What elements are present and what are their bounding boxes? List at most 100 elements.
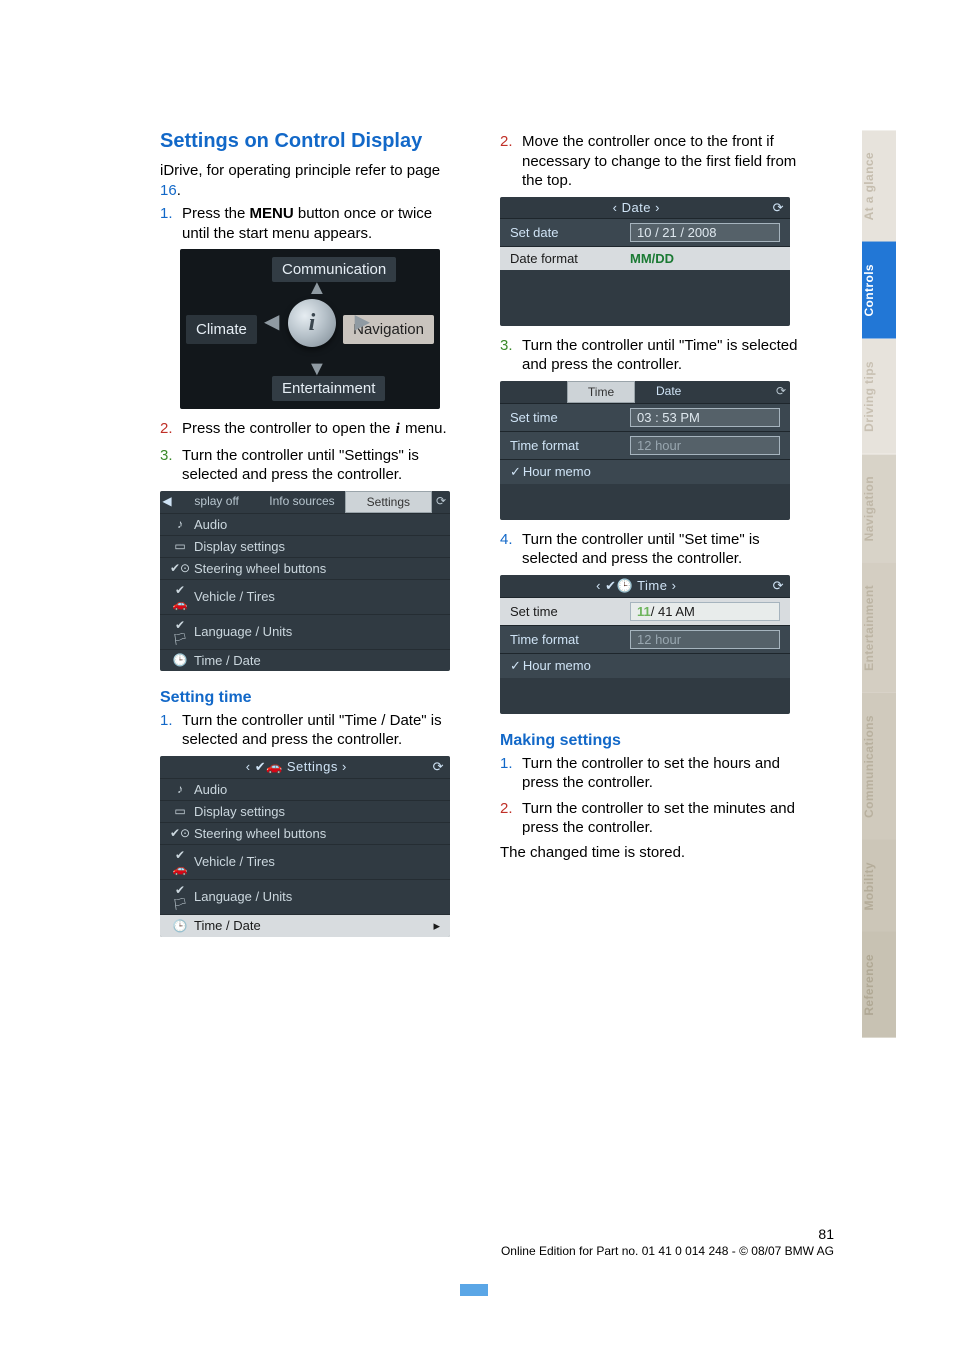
clock-icon: 🕒 [170, 919, 190, 933]
step-num: 2. [160, 419, 182, 440]
steering-icon: ✔⊙ [170, 826, 190, 840]
arrow-left-icon: ◀ [264, 309, 279, 334]
screenshot-settings-timedate: ‹ ✔🚗 Settings › ⟳ ♪Audio ▭Display settin… [160, 756, 460, 937]
clock-icon: 🕒 [170, 653, 190, 667]
settime-step-1: 1. Turn the controller until "Time / Dat… [160, 711, 460, 750]
left-step-3: 3. Turn the controller until "Settings" … [160, 446, 460, 485]
start-menu-climate: Climate [186, 315, 257, 344]
step-num: 1. [160, 204, 182, 243]
steering-icon: ✔⊙ [170, 561, 190, 575]
making-step-2: 2. Turn the controller to set the minute… [500, 799, 800, 838]
item-audio: Audio [194, 517, 227, 532]
step-num: 2. [500, 799, 522, 838]
item-display2: Display settings [194, 804, 285, 819]
start-menu-communication: Communication [272, 257, 396, 282]
screenshot-start-menu: Communication Entertainment Climate Navi… [160, 249, 460, 409]
right-step-3: 3. Turn the controller until "Time" is s… [500, 336, 800, 375]
audio-icon: ♪ [170, 782, 190, 796]
intro-before: iDrive, for operating principle refer to… [160, 162, 440, 179]
rstep2: Move the controller once to the front if… [522, 132, 800, 191]
menu-word: MENU [250, 205, 294, 222]
settings-header: Settings [287, 759, 338, 774]
tab-splay-off: splay off [174, 491, 259, 513]
date-format-label: Date format [510, 251, 630, 266]
set-date-label: Set date [510, 225, 630, 240]
set-time-value2: 11/ 41 AM [630, 602, 780, 621]
item-steering: Steering wheel buttons [194, 561, 326, 576]
tab-navigation[interactable]: Navigation [862, 454, 896, 563]
step-num: 1. [500, 754, 522, 793]
screenshot-date: ‹ Date › ⟳ Set date 10 / 21 / 2008 Date … [500, 197, 800, 326]
time-header: Time [637, 578, 667, 593]
time-format-label2: Time format [510, 632, 630, 647]
item-vehicle2: Vehicle / Tires [194, 854, 275, 869]
set-time-hour: 11 [637, 604, 651, 619]
vehicle-icon: ✔🚗 [170, 583, 190, 611]
step2b: menu. [401, 420, 447, 437]
tab-controls[interactable]: Controls [862, 242, 896, 339]
date-format-value: MM/DD [630, 251, 780, 266]
tab-settings: Settings [345, 491, 432, 513]
tab-info-sources: Info sources [259, 491, 344, 513]
set-time-value: 03 : 53 PM [630, 408, 780, 427]
item-time2: Time / Date [194, 918, 261, 933]
section-title: Settings on Control Display [160, 130, 460, 153]
step-num: 3. [160, 446, 182, 485]
making-s1: Turn the controller to set the hours and… [522, 754, 800, 793]
tab-time: Time [567, 381, 636, 403]
screenshot-set-time: ‹ ✔🕒 Time › ⟳ Set time 11/ 41 AM Time fo… [500, 575, 800, 714]
arrow-down-icon: ▼ [307, 358, 327, 381]
page-marker [460, 1284, 488, 1296]
start-menu-entertainment: Entertainment [272, 376, 385, 401]
setting-time-head: Setting time [160, 689, 460, 707]
item-vehicle: Vehicle / Tires [194, 589, 275, 604]
date-header: Date [622, 200, 651, 215]
intro-after: . [177, 182, 181, 199]
time-format-label: Time format [510, 438, 630, 453]
step-num: 3. [500, 336, 522, 375]
making-outcome: The changed time is stored. [500, 844, 800, 861]
tab-mobility[interactable]: Mobility [862, 840, 896, 933]
tab-date: Date [635, 381, 702, 403]
step-num: 2. [500, 132, 522, 191]
time-format-value: 12 hour [630, 436, 780, 455]
step3: Turn the controller until "Settings" is … [182, 446, 460, 485]
arrow-right-icon: ▶ [355, 309, 370, 334]
step-num: 4. [500, 530, 522, 569]
hour-memo-label2: Hour memo [523, 658, 591, 673]
tab-at-a-glance[interactable]: At a glance [862, 130, 896, 242]
item-lang2: Language / Units [194, 889, 292, 904]
tab-driving-tips[interactable]: Driving tips [862, 339, 896, 454]
tab-communications[interactable]: Communications [862, 693, 896, 840]
item-steering2: Steering wheel buttons [194, 826, 326, 841]
right-step-4: 4. Turn the controller until "Set time" … [500, 530, 800, 569]
display-icon: ▭ [170, 539, 190, 553]
hour-memo-label: Hour memo [523, 464, 591, 479]
step-num: 1. [160, 711, 182, 750]
side-tabs: At a glance Controls Driving tips Naviga… [862, 130, 896, 1038]
vehicle-icon: ✔🚗 [170, 848, 190, 876]
i-menu-icon: i [288, 299, 336, 347]
set-date-value: 10 / 21 / 2008 [630, 223, 780, 242]
item-lang: Language / Units [194, 624, 292, 639]
footer-line: Online Edition for Part no. 01 41 0 014 … [501, 1244, 834, 1258]
intro-line: iDrive, for operating principle refer to… [160, 161, 460, 200]
rstep4: Turn the controller until "Set time" is … [522, 530, 800, 569]
right-step-2: 2. Move the controller once to the front… [500, 132, 800, 191]
set-time-rest: / 41 AM [651, 604, 695, 619]
item-audio2: Audio [194, 782, 227, 797]
page-link-16[interactable]: 16 [160, 182, 177, 199]
making-step-1: 1. Turn the controller to set the hours … [500, 754, 800, 793]
rstep3: Turn the controller until "Time" is sele… [522, 336, 800, 375]
tab-entertainment[interactable]: Entertainment [862, 563, 896, 693]
set-time-label2: Set time [510, 604, 630, 619]
lang-icon: ✔🏳 [170, 883, 190, 911]
tab-reference[interactable]: Reference [862, 932, 896, 1038]
left-step-1: 1. Press the MENU button once or twice u… [160, 204, 460, 243]
time-format-value2: 12 hour [630, 630, 780, 649]
settime-step1: Turn the controller until "Time / Date" … [182, 711, 460, 750]
screenshot-time-tab: Time Date ⟳ Set time 03 : 53 PM Time for… [500, 381, 800, 520]
page-footer: 81 Online Edition for Part no. 01 41 0 0… [0, 1226, 834, 1258]
audio-icon: ♪ [170, 517, 190, 531]
set-time-label: Set time [510, 410, 630, 425]
